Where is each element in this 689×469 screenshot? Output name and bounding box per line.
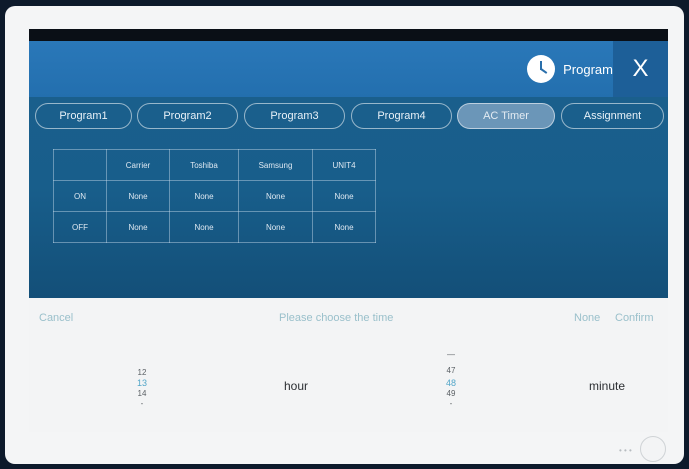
table-header-cell: UNIT4 [312,149,376,181]
table-header-cell: Samsung [238,149,313,181]
table-cell[interactable]: None [238,211,313,243]
tab-label: Program2 [163,110,212,122]
confirm-button[interactable]: Confirm [615,312,654,324]
minute-option[interactable]: - [436,399,466,408]
program-title: Program [527,53,613,85]
table-header-cell: Toshiba [169,149,239,181]
clock-icon [527,55,556,83]
program-title-label: Program [563,61,613,77]
hour-option[interactable]: 14 [127,389,157,398]
status-strip [29,29,668,41]
tab-label: Program3 [270,110,319,122]
table-cell[interactable]: None [312,211,376,243]
tab-assignment[interactable]: Assignment [561,103,664,129]
picker-title: Please choose the time [279,312,394,324]
minute-option[interactable]: 49 [436,389,466,398]
hour-label: hour [284,379,309,393]
program-tabs: Program1 Program2 Program3 Program4 AC T… [35,103,664,129]
minute-option[interactable]: — [436,350,466,359]
table-cell[interactable]: None [238,180,313,212]
minute-option[interactable]: 47 [436,366,466,375]
tab-program1[interactable]: Program1 [35,103,132,129]
tab-program3[interactable]: Program3 [244,103,345,129]
minute-selected[interactable]: 48 [436,378,466,388]
table-cell[interactable]: None [106,180,170,212]
avatar-icon[interactable] [640,436,666,462]
hour-option[interactable]: - [127,399,157,408]
table-header-cell [53,149,107,181]
table-cell[interactable]: None [169,211,239,243]
close-icon: X [632,55,649,82]
close-button[interactable]: X [613,41,668,97]
table-cell[interactable]: None [169,180,239,212]
tab-label: Program1 [59,110,108,122]
none-button[interactable]: None [574,312,600,324]
table-header-row: Carrier Toshiba Samsung UNIT4 [53,149,376,181]
row-label: ON [53,180,107,212]
app-screen: Program X Program1 Program2 Program3 Pro… [29,29,668,432]
main-content: Program1 Program2 Program3 Program4 AC T… [29,97,668,298]
tab-program2[interactable]: Program2 [137,103,238,129]
table-cell[interactable]: None [106,211,170,243]
hour-option[interactable]: 12 [127,368,157,377]
tab-program4[interactable]: Program4 [351,103,452,129]
table-row: ON None None None None [53,180,376,212]
header-bar: Program X [29,41,668,97]
time-picker-panel: Cancel Please choose the time None Confi… [29,298,668,432]
table-cell[interactable]: None [312,180,376,212]
tab-ac-timer[interactable]: AC Timer [457,103,555,129]
tab-label: Assignment [583,110,642,122]
cancel-button[interactable]: Cancel [39,312,73,324]
minute-label: minute [589,379,626,393]
row-label: OFF [53,211,107,243]
tab-label: Program4 [377,110,426,122]
more-icon[interactable]: • • • [619,446,632,455]
hour-selected[interactable]: 13 [127,378,157,388]
tab-label: AC Timer [483,110,529,122]
table-row: OFF None None None None [53,211,376,243]
bottom-bar [29,436,668,462]
ac-timer-table: Carrier Toshiba Samsung UNIT4 ON None No… [53,149,376,243]
table-header-cell: Carrier [106,149,170,181]
